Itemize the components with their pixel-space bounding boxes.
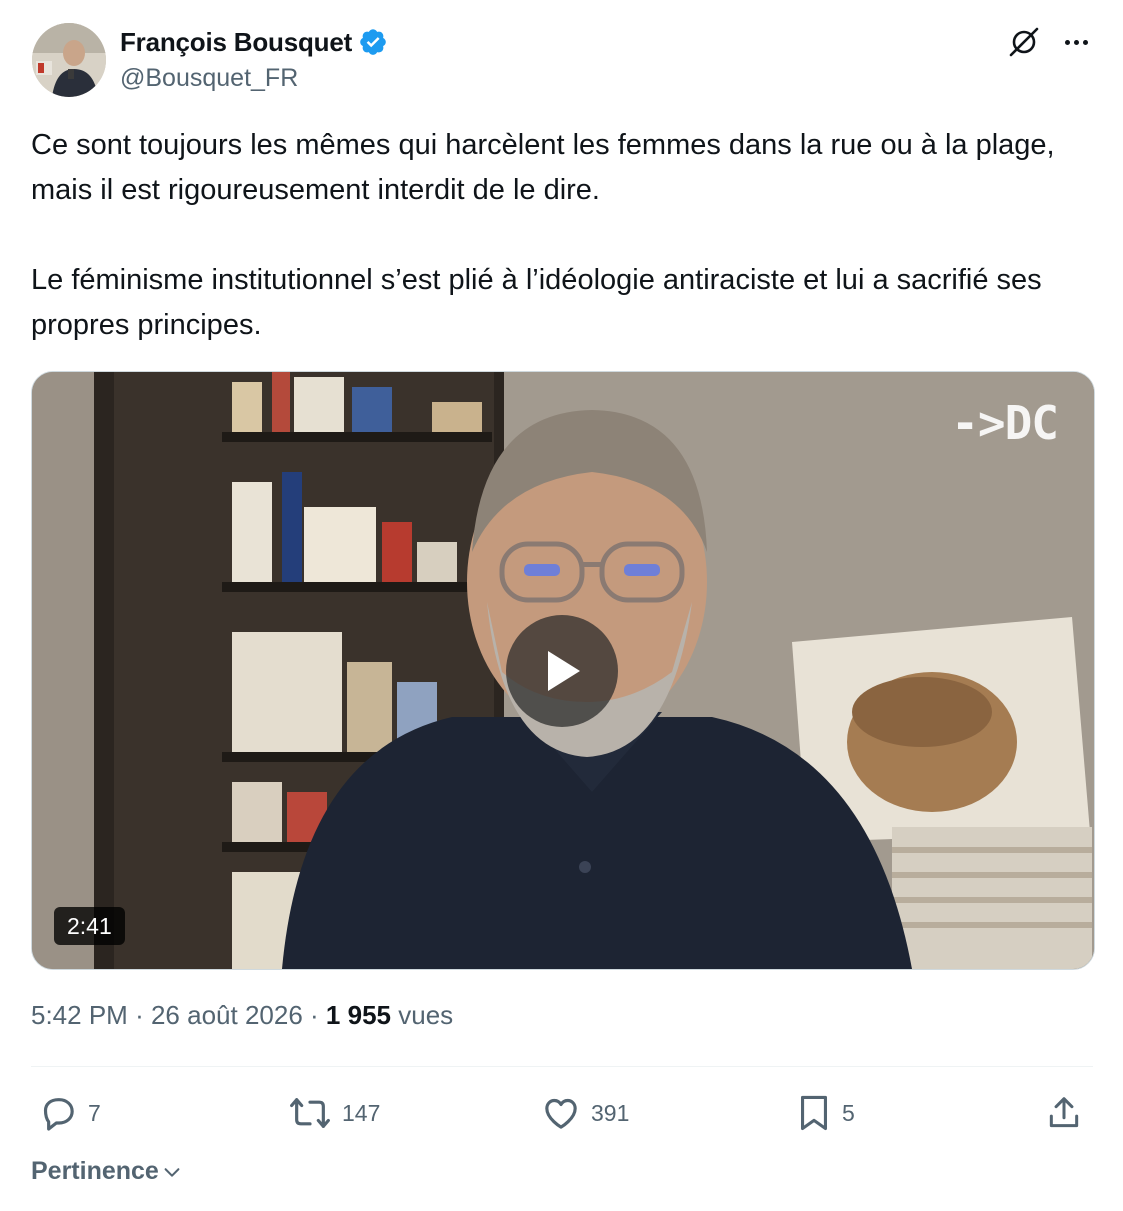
tweet-meta: 5:42 PM · 26 août 2026 · 1 955 vues [31,1000,453,1031]
repost-icon [290,1098,330,1128]
bookmark-button[interactable]: 5 [796,1090,855,1136]
bookmark-count: 5 [842,1099,855,1126]
author-name[interactable]: François Bousquet [120,27,352,58]
reply-button[interactable]: 7 [38,1090,101,1136]
share-icon [1049,1097,1079,1128]
author-name-row[interactable]: François Bousquet [120,26,388,58]
bookmark-icon [800,1095,828,1131]
meta-separator: · [135,1000,144,1030]
meta-separator: · [310,1000,319,1030]
play-icon [548,651,580,691]
video-watermark: ->DC [951,396,1059,450]
author-avatar[interactable] [32,23,106,97]
reply-icon [43,1098,74,1131]
like-count: 391 [591,1099,630,1126]
author-handle[interactable]: @Bousquet_FR [120,64,298,93]
views-count: 1 955 [325,1000,391,1030]
tweet-text: Ce sont toujours les mêmes qui harcèlent… [31,129,1055,341]
avatar-image [32,23,106,97]
reply-count: 7 [88,1099,101,1126]
divider [31,1066,1093,1067]
sort-dropdown[interactable]: Pertinence [31,1157,183,1186]
like-button[interactable]: 391 [541,1090,629,1136]
play-button[interactable] [506,615,618,727]
grok-icon[interactable] [1004,22,1044,62]
more-options-icon[interactable] [1058,24,1094,60]
repost-button[interactable]: 147 [288,1090,380,1136]
verified-badge-icon [358,27,388,57]
share-button[interactable] [1045,1090,1083,1136]
repost-count: 147 [342,1099,381,1126]
video-duration: 2:41 [54,907,125,945]
sort-label: Pertinence [31,1157,159,1185]
tweet-date[interactable]: 26 août 2026 [151,1000,303,1030]
heart-icon [545,1098,577,1129]
chevron-down-icon [164,1167,180,1177]
tweet-time[interactable]: 5:42 PM [31,1000,128,1030]
views-label: vues [398,1000,454,1030]
